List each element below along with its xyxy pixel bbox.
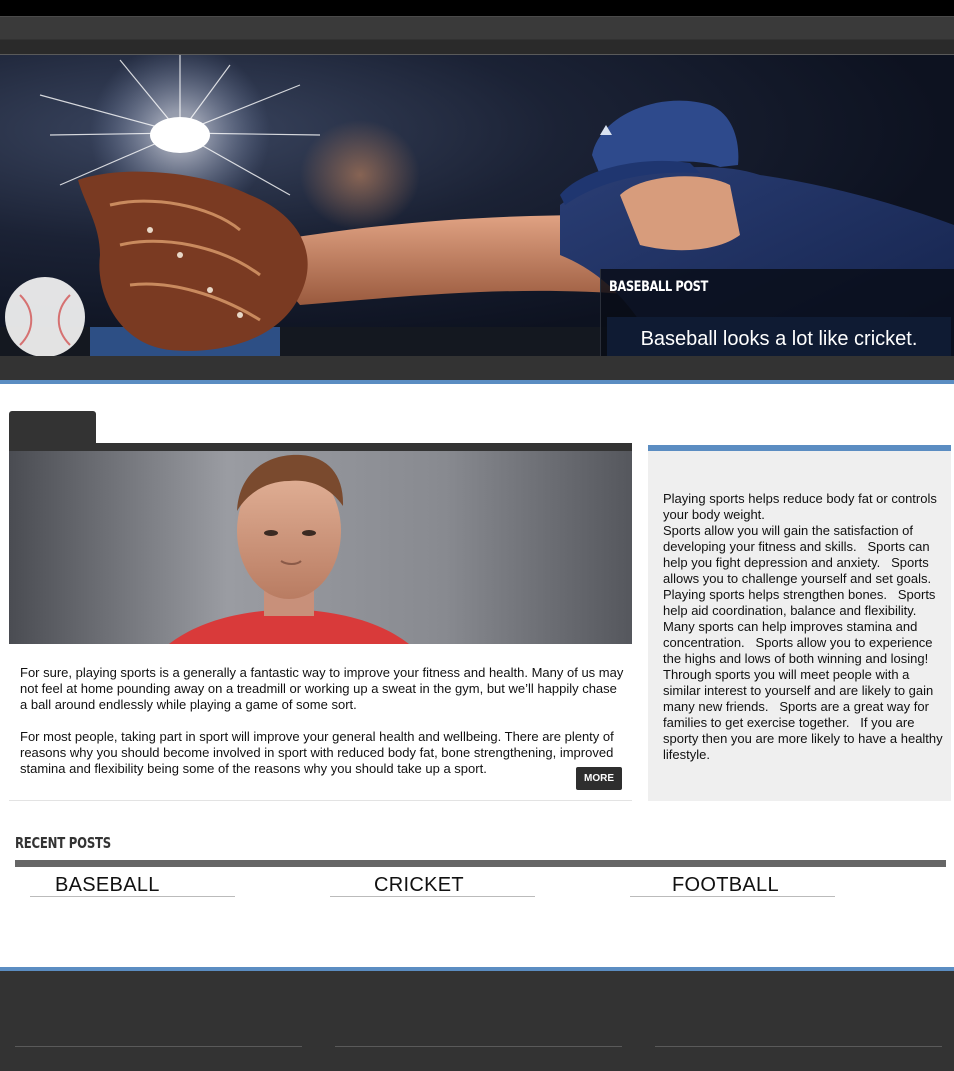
footer-column-divider <box>15 1046 302 1047</box>
hero-bottom-strip <box>0 356 954 380</box>
recent-post-label[interactable]: BASEBALL <box>55 874 160 897</box>
hero-banner: BASEBALL POST Baseball looks a lot like … <box>0 54 954 357</box>
article-image <box>9 451 632 644</box>
navigation-bar <box>0 16 954 54</box>
footer <box>0 971 954 1071</box>
hero-caption: BASEBALL POST Baseball looks a lot like … <box>600 269 954 357</box>
footer-column-divider <box>655 1046 942 1047</box>
article-paragraph-2: For most people, taking part in sport wi… <box>20 729 614 776</box>
article-tab[interactable] <box>9 411 96 443</box>
footer-column-divider <box>335 1046 622 1047</box>
top-black-bar <box>0 0 954 16</box>
caption-label: BASEBALL POST <box>609 279 708 295</box>
recent-post-baseball[interactable]: BASEBALL <box>30 872 235 897</box>
article-divider <box>9 800 632 801</box>
recent-post-football[interactable]: FOOTBALL <box>630 872 835 897</box>
sidebar-text: Playing sports helps reduce body fat or … <box>663 491 943 762</box>
recent-post-label[interactable]: CRICKET <box>374 874 464 897</box>
recent-post-cricket[interactable]: CRICKET <box>330 872 535 897</box>
more-button[interactable]: MORE <box>576 767 622 790</box>
caption-title-box[interactable]: Baseball looks a lot like cricket. <box>607 317 951 357</box>
sidebar-panel: Playing sports helps reduce body fat or … <box>648 445 951 801</box>
athlete-portrait-image <box>9 451 632 644</box>
caption-title[interactable]: Baseball looks a lot like cricket. <box>607 317 951 357</box>
recent-posts-heading: RECENT POSTS <box>15 834 111 852</box>
article-paragraph-1: For sure, playing sports is a generally … <box>20 665 624 712</box>
recent-post-label[interactable]: FOOTBALL <box>672 874 779 897</box>
recent-posts-bar <box>15 860 946 867</box>
hero-accent-line <box>0 380 954 384</box>
article-header-bar <box>9 443 632 451</box>
article-body: For sure, playing sports is a generally … <box>20 665 624 793</box>
